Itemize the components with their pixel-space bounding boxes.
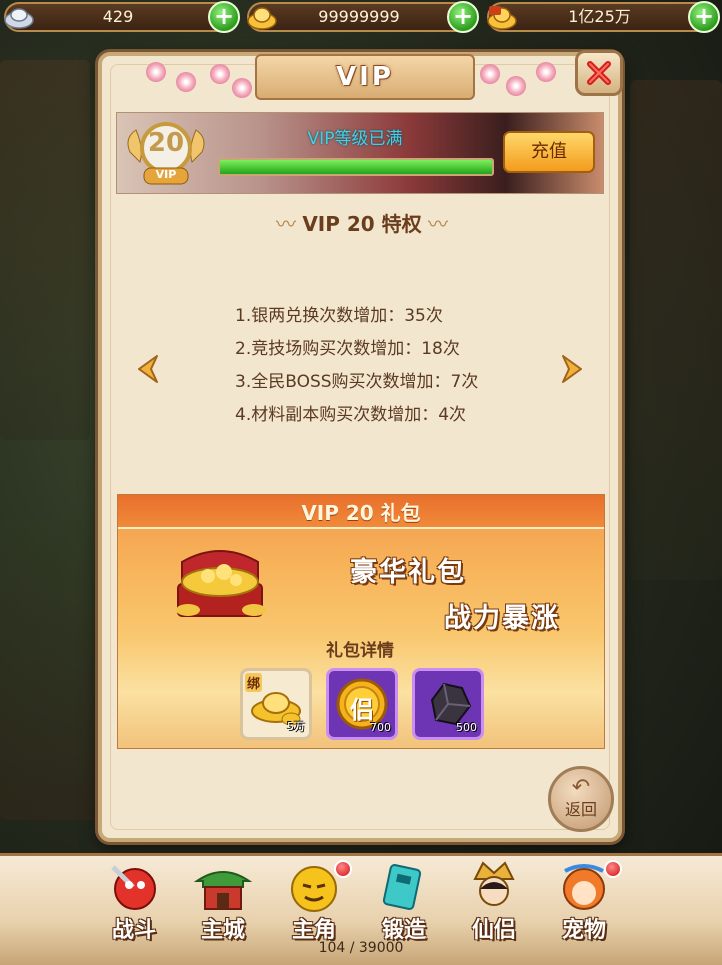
privilege-item: 4.材料副本购买次数增加：4次 xyxy=(235,405,467,425)
nav-immortal-companion[interactable]: 仙侣 xyxy=(458,858,530,943)
battle-icon xyxy=(102,858,166,916)
ornament-left: 〰 xyxy=(275,212,303,236)
gift-detail-label: 礼包详情 xyxy=(326,641,394,661)
gift-item-companion-coin[interactable]: 侣 700 xyxy=(326,668,398,740)
background-scenery-left xyxy=(0,60,90,440)
privilege-title: VIP 20 特权 xyxy=(302,212,422,236)
gold-counter: 99999999 + xyxy=(245,1,479,33)
blossom-decoration xyxy=(506,76,526,96)
notification-dot xyxy=(334,860,352,878)
blossom-decoration xyxy=(146,62,166,82)
item-quantity: 500 xyxy=(456,721,477,734)
gift-slogan-power: 战力暴涨 xyxy=(444,603,560,634)
nav-battle[interactable]: 战斗 xyxy=(98,858,170,943)
coin-character: 侣 xyxy=(350,696,374,724)
blossom-decoration xyxy=(210,64,230,84)
add-bound-gold-button[interactable]: + xyxy=(688,1,720,33)
recharge-button[interactable]: 充值 xyxy=(503,131,595,173)
back-button[interactable]: ↶ 返回 xyxy=(548,766,614,832)
vip-progress-bar xyxy=(218,158,494,176)
privilege-item: 2.竞技场购买次数增加：18次 xyxy=(235,339,460,359)
panel-title: VIP xyxy=(255,54,475,100)
treasure-chest-icon xyxy=(168,544,272,624)
vip-progress-fill xyxy=(220,160,492,174)
vip-status-text: VIP等级已满 xyxy=(307,129,403,149)
vip-badge-label: VIP xyxy=(155,168,177,181)
vip-level-number: 20 xyxy=(147,128,185,158)
previous-level-button[interactable] xyxy=(135,354,161,384)
arrow-right-icon xyxy=(562,355,582,383)
bound-gold-counter: 1亿25万 + xyxy=(485,1,720,33)
notification-dot xyxy=(604,860,622,878)
gift-item-bound-gold[interactable]: 绑 5万 xyxy=(240,668,312,740)
bound-gold-icon xyxy=(485,1,519,33)
gold-value: 99999999 xyxy=(318,7,400,26)
add-gold-button[interactable]: + xyxy=(447,1,479,33)
privilege-item: 1.银两兑换次数增加：35次 xyxy=(235,306,443,326)
silver-ingot-icon xyxy=(2,1,36,33)
nav-main-city[interactable]: 主城 xyxy=(187,858,259,943)
back-label: 返回 xyxy=(564,800,597,819)
gift-title: VIP 20 礼包 xyxy=(301,501,421,525)
item-quantity: 5万 xyxy=(287,720,305,733)
privilege-list: 1.银两兑换次数增加：35次 2.竞技场购买次数增加：18次 3.全民BOSS购… xyxy=(235,300,478,432)
ornament-right: 〰 xyxy=(421,212,449,236)
nav-forge[interactable]: 锻造 xyxy=(368,858,440,943)
arrow-left-icon xyxy=(138,355,158,383)
nav-pet[interactable]: 宠物 xyxy=(548,858,622,943)
gift-slogan-luxury: 豪华礼包 xyxy=(350,557,466,588)
bound-gold-value: 1亿25万 xyxy=(568,7,631,26)
silver-counter: 429 + xyxy=(2,1,240,33)
immortal-companion-icon xyxy=(462,858,526,916)
back-arrow-icon: ↶ xyxy=(571,775,591,800)
background-scenery-bottom xyxy=(0,520,100,820)
item-quantity: 700 xyxy=(370,721,391,734)
silver-value: 429 xyxy=(102,7,134,26)
gift-item-dark-crystal[interactable]: 500 xyxy=(412,668,484,740)
main-city-icon xyxy=(191,858,255,916)
close-icon xyxy=(587,61,611,85)
privilege-item: 3.全民BOSS购买次数增加：7次 xyxy=(235,372,479,392)
next-level-button[interactable] xyxy=(559,354,585,384)
nav-hero[interactable]: 主角 xyxy=(278,858,352,943)
blossom-decoration xyxy=(176,72,196,92)
background-scenery-right xyxy=(630,80,722,580)
currency-bar: 429 + 99999999 + 1亿25万 + xyxy=(0,0,722,38)
add-silver-button[interactable]: + xyxy=(208,1,240,33)
blossom-decoration xyxy=(232,78,252,98)
close-button[interactable] xyxy=(575,50,623,96)
forge-icon xyxy=(372,858,436,916)
bound-tag: 绑 xyxy=(245,673,263,692)
privilege-title-row: 〰 VIP 20 特权 〰 xyxy=(230,208,494,237)
gold-ingot-icon xyxy=(245,1,279,33)
blossom-decoration xyxy=(536,62,556,82)
experience-readout: 104 / 39000 xyxy=(318,940,404,956)
blossom-decoration xyxy=(480,64,500,84)
